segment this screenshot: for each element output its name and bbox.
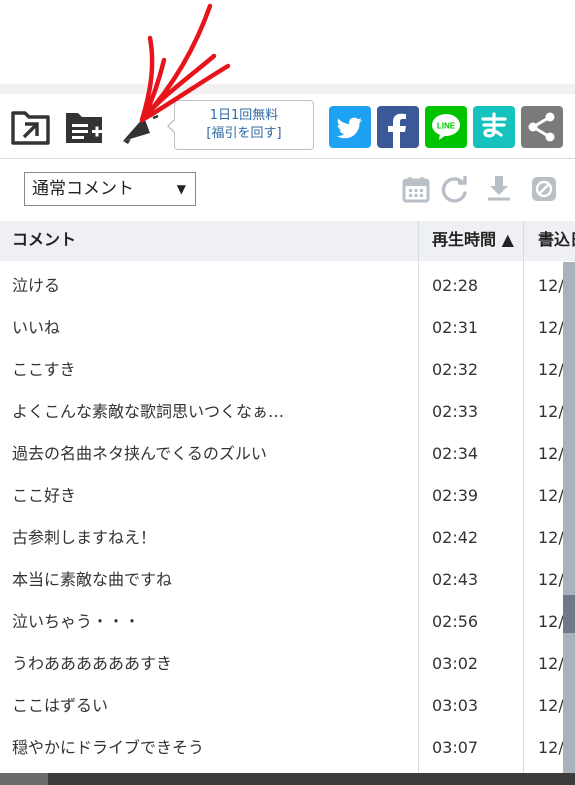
table-row[interactable]: ここはずるい 03:03 12/ — [0, 685, 575, 727]
posted-date-cell: 12/ — [538, 612, 564, 631]
play-time-cell: 02:39 — [432, 486, 479, 505]
comment-cell: 古参刺しますねえ！ — [12, 528, 157, 547]
comment-cell: いいね — [12, 318, 61, 337]
posted-date-cell: 12/ — [538, 528, 564, 547]
comment-cell: ここ好き — [12, 486, 77, 505]
table-row[interactable]: うわああああああすき 03:02 12/ — [0, 643, 575, 685]
play-time-cell: 02:42 — [432, 528, 479, 547]
posted-date-cell: 12/ — [538, 738, 564, 757]
separator — [0, 84, 575, 94]
comment-list: 泣ける 02:28 12/いいね 02:31 12/ここすき 02:32 12/よくこんな素… — [0, 265, 575, 769]
play-time-cell: 02:32 — [432, 360, 479, 379]
posted-date-cell: 12/ — [538, 570, 564, 589]
header-comment[interactable]: コメント — [12, 221, 76, 261]
table-row[interactable]: 本当に素敵な曲ですね 02:43 12/ — [0, 559, 575, 601]
matome-share-button[interactable] — [473, 106, 515, 148]
posted-date-cell: 12/ — [538, 444, 564, 463]
comment-cell: 穏やかにドライブできそう — [12, 738, 205, 757]
posted-date-cell: 12/ — [538, 402, 564, 421]
table-row[interactable]: 泣いちゃう・・・ 02:56 12/ — [0, 601, 575, 643]
open-folder-icon[interactable] — [10, 107, 52, 147]
posted-date-cell: 12/ — [538, 360, 564, 379]
table-row[interactable]: 穏やかにドライブできそう 03:07 12/ — [0, 727, 575, 769]
twitter-share-button[interactable] — [329, 106, 371, 148]
horizontal-scroll-thumb[interactable] — [0, 773, 48, 785]
add-to-playlist-icon[interactable] — [64, 107, 106, 147]
refresh-icon[interactable] — [439, 174, 469, 204]
comment-table-header: コメント 再生時間 ▲ 書込日 — [0, 221, 575, 261]
comment-type-select[interactable]: 通常コメント ▼ — [24, 172, 196, 206]
vertical-scrollbar[interactable] — [563, 262, 575, 773]
comment-type-value: 通常コメント — [32, 179, 134, 199]
line-icon: LINE — [432, 114, 460, 140]
play-time-cell: 02:33 — [432, 402, 479, 421]
tooltip-line2: [福引を回す] — [206, 126, 282, 141]
comment-cell: 泣ける — [12, 276, 61, 295]
play-time-cell: 02:34 — [432, 444, 479, 463]
comment-cell: ここはずるい — [12, 696, 109, 715]
comment-cell: よくこんな素敵な歌詞思いつくなぁ… — [12, 402, 285, 421]
line-share-button[interactable]: LINE — [425, 106, 467, 148]
play-time-cell: 03:03 — [432, 696, 479, 715]
posted-date-cell: 12/ — [538, 276, 564, 295]
megaphone-icon[interactable] — [120, 107, 162, 147]
posted-date-cell: 12/ — [538, 696, 564, 715]
share-icon — [528, 112, 555, 142]
block-icon[interactable] — [529, 174, 559, 204]
horizontal-scrollbar[interactable] — [0, 773, 575, 785]
table-row[interactable]: いいね 02:31 12/ — [0, 307, 575, 349]
twitter-icon — [337, 117, 362, 139]
comment-cell: 本当に素敵な曲ですね — [12, 570, 173, 589]
vertical-scroll-thumb[interactable] — [563, 595, 575, 633]
header-posted-date[interactable]: 書込日 — [538, 221, 575, 261]
comment-cell: 泣いちゃう・・・ — [12, 612, 141, 631]
share-button[interactable] — [521, 106, 563, 148]
table-row[interactable]: 泣ける 02:28 12/ — [0, 265, 575, 307]
table-row[interactable]: 古参刺しますねえ！ 02:42 12/ — [0, 517, 575, 559]
dropdown-arrow-icon: ▼ — [176, 182, 186, 196]
table-row[interactable]: よくこんな素敵な歌詞思いつくなぁ… 02:33 12/ — [0, 391, 575, 433]
download-icon[interactable] — [484, 174, 514, 204]
tooltip-line1: 1日1回無料 — [209, 108, 279, 123]
play-time-cell: 03:02 — [432, 654, 479, 673]
posted-date-cell: 12/ — [538, 486, 564, 505]
facebook-icon — [388, 113, 406, 148]
lottery-tooltip[interactable]: 1日1回無料 [福引を回す] — [167, 100, 314, 150]
player-toolbar: 1日1回無料 [福引を回す] LINE — [0, 94, 575, 159]
play-time-cell: 02:31 — [432, 318, 479, 337]
facebook-share-button[interactable] — [377, 106, 419, 148]
header-play-time[interactable]: 再生時間 ▲ — [432, 221, 514, 261]
play-time-cell: 03:07 — [432, 738, 479, 757]
play-time-cell: 02:28 — [432, 276, 479, 295]
top-blank-area — [0, 0, 575, 84]
table-row[interactable]: ここ好き 02:39 12/ — [0, 475, 575, 517]
comment-controls: 通常コメント ▼ — [0, 159, 575, 221]
table-row[interactable]: ここすき 02:32 12/ — [0, 349, 575, 391]
comment-cell: 過去の名曲ネタ挟んでくるのズルい — [12, 444, 267, 463]
comment-cell: ここすき — [12, 360, 76, 379]
play-time-cell: 02:43 — [432, 570, 479, 589]
matome-icon — [481, 112, 507, 138]
comment-cell: うわああああああすき — [12, 654, 173, 673]
calendar-icon[interactable] — [401, 174, 431, 204]
svg-text:LINE: LINE — [437, 122, 456, 131]
play-time-cell: 02:56 — [432, 612, 479, 631]
table-row[interactable]: 過去の名曲ネタ挟んでくるのズルい 02:34 12/ — [0, 433, 575, 475]
posted-date-cell: 12/ — [538, 654, 564, 673]
posted-date-cell: 12/ — [538, 318, 564, 337]
